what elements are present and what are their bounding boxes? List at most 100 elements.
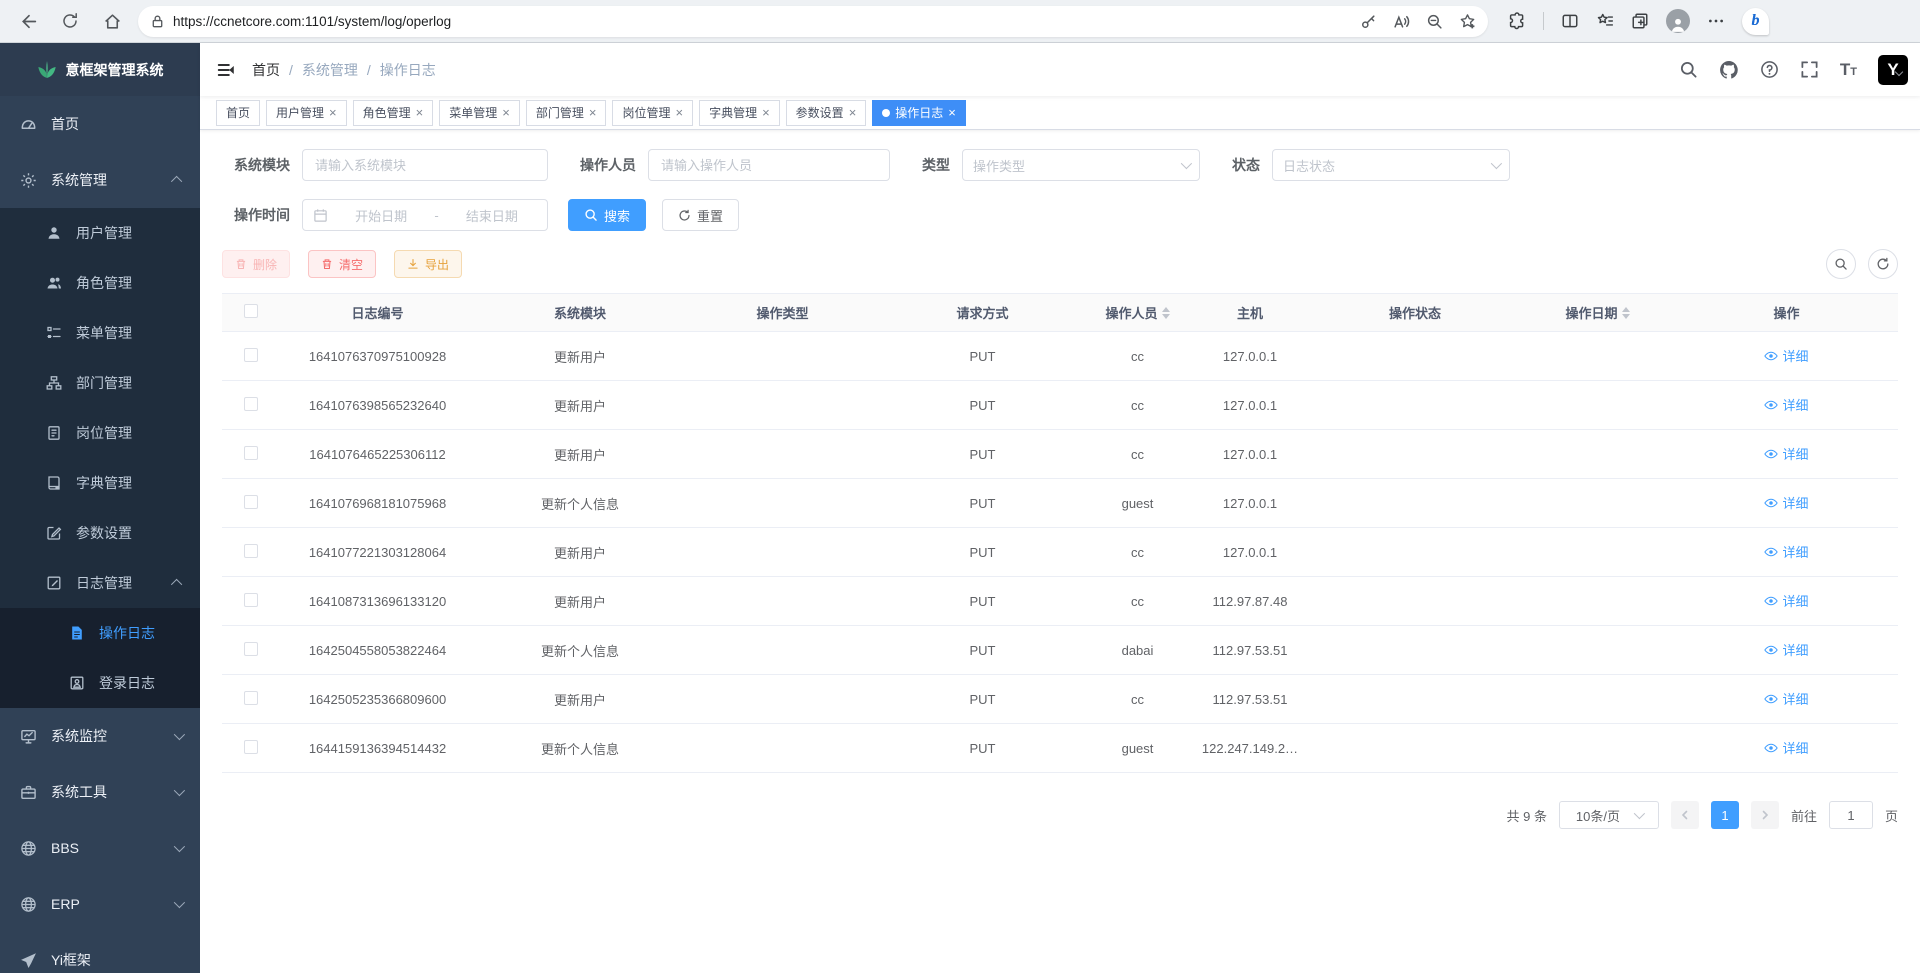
- tab-menu-mgmt[interactable]: 菜单管理×: [439, 100, 520, 126]
- add-favorite-icon[interactable]: [1459, 13, 1476, 30]
- tab-home[interactable]: 首页: [216, 100, 260, 126]
- close-icon[interactable]: ×: [502, 106, 510, 119]
- col-module: 系统模块: [475, 294, 685, 332]
- tab-role-mgmt[interactable]: 角色管理×: [353, 100, 434, 126]
- sidebar-item-roles[interactable]: 角色管理: [0, 258, 200, 308]
- header-search-icon[interactable]: [1679, 60, 1698, 79]
- next-page-button[interactable]: [1751, 801, 1779, 829]
- password-key-icon[interactable]: [1360, 13, 1377, 30]
- page-size-select[interactable]: 10条/页: [1559, 801, 1659, 829]
- sidebar-item-params[interactable]: 参数设置: [0, 508, 200, 558]
- row-checkbox[interactable]: [244, 348, 258, 362]
- bing-chat-icon[interactable]: b: [1742, 8, 1769, 35]
- sidebar-item-monitor[interactable]: 系统监控: [0, 708, 200, 764]
- url-text[interactable]: https://ccnetcore.com:1101/system/log/op…: [173, 14, 1360, 29]
- read-aloud-icon[interactable]: [1393, 13, 1410, 30]
- close-icon[interactable]: ×: [329, 106, 337, 119]
- sort-control[interactable]: [1162, 307, 1170, 319]
- browser-back-button[interactable]: [12, 5, 44, 37]
- row-checkbox[interactable]: [244, 446, 258, 460]
- detail-link[interactable]: 详细: [1764, 346, 1808, 365]
- row-checkbox[interactable]: [244, 495, 258, 509]
- col-method: 请求方式: [880, 294, 1085, 332]
- close-icon[interactable]: ×: [948, 106, 956, 119]
- detail-link[interactable]: 详细: [1764, 444, 1808, 463]
- close-icon[interactable]: ×: [589, 106, 597, 119]
- status-select[interactable]: 日志状态: [1272, 149, 1510, 181]
- browser-home-button[interactable]: [96, 5, 128, 37]
- detail-link[interactable]: 详细: [1764, 591, 1808, 610]
- row-checkbox[interactable]: [244, 397, 258, 411]
- help-icon[interactable]: [1760, 60, 1779, 79]
- close-icon[interactable]: ×: [849, 106, 857, 119]
- prev-page-button[interactable]: [1671, 801, 1699, 829]
- sort-control[interactable]: [1622, 307, 1630, 319]
- sidebar-item-users[interactable]: 用户管理: [0, 208, 200, 258]
- toggle-search-button[interactable]: [1826, 249, 1856, 279]
- tab-dict-mgmt[interactable]: 字典管理×: [699, 100, 780, 126]
- breadcrumb-home[interactable]: 首页: [252, 60, 280, 80]
- sidebar-item-logs[interactable]: 日志管理: [0, 558, 200, 608]
- sidebar-item-operation-log[interactable]: 操作日志: [0, 608, 200, 658]
- sidebar-item-home[interactable]: 首页: [0, 96, 200, 152]
- row-checkbox[interactable]: [244, 691, 258, 705]
- browser-profile-icon[interactable]: [1666, 9, 1690, 33]
- extensions-icon[interactable]: [1508, 12, 1526, 30]
- reset-button[interactable]: 重置: [662, 199, 739, 231]
- sidebar-item-system[interactable]: 系统管理: [0, 152, 200, 208]
- sidebar-item-yi-framework[interactable]: Yi框架: [0, 932, 200, 973]
- row-checkbox[interactable]: [244, 544, 258, 558]
- tab-operation-log[interactable]: 操作日志×: [872, 100, 966, 126]
- module-input[interactable]: [302, 149, 548, 181]
- sidebar-item-bbs[interactable]: BBS: [0, 820, 200, 876]
- sidebar-item-tools[interactable]: 系统工具: [0, 764, 200, 820]
- close-icon[interactable]: ×: [416, 106, 424, 119]
- detail-link[interactable]: 详细: [1764, 689, 1808, 708]
- row-checkbox[interactable]: [244, 642, 258, 656]
- page-number-button[interactable]: 1: [1711, 801, 1739, 829]
- favorites-icon[interactable]: [1596, 12, 1614, 30]
- close-icon[interactable]: ×: [762, 106, 770, 119]
- search-button[interactable]: 搜索: [568, 199, 646, 231]
- row-checkbox[interactable]: [244, 740, 258, 754]
- operator-input[interactable]: [648, 149, 890, 181]
- detail-link[interactable]: 详细: [1764, 542, 1808, 561]
- select-all-checkbox[interactable]: [244, 304, 258, 318]
- tab-user-mgmt[interactable]: 用户管理×: [266, 100, 347, 126]
- tab-dept-mgmt[interactable]: 部门管理×: [526, 100, 607, 126]
- browser-refresh-button[interactable]: [54, 5, 86, 37]
- goto-page-input[interactable]: [1829, 801, 1873, 829]
- close-icon[interactable]: ×: [675, 106, 683, 119]
- refresh-table-button[interactable]: [1868, 249, 1898, 279]
- fullscreen-icon[interactable]: [1800, 60, 1819, 79]
- github-icon[interactable]: [1719, 60, 1739, 80]
- sidebar-item-departments[interactable]: 部门管理: [0, 358, 200, 408]
- font-size-icon[interactable]: TT: [1840, 61, 1857, 78]
- detail-link[interactable]: 详细: [1764, 493, 1808, 512]
- sidebar-item-menus[interactable]: 菜单管理: [0, 308, 200, 358]
- sidebar-item-erp[interactable]: ERP: [0, 876, 200, 932]
- export-button[interactable]: 导出: [394, 250, 462, 278]
- row-checkbox[interactable]: [244, 593, 258, 607]
- tab-param-settings[interactable]: 参数设置×: [786, 100, 867, 126]
- date-range-picker[interactable]: 开始日期 - 结束日期: [302, 199, 548, 231]
- detail-link[interactable]: 详细: [1764, 395, 1808, 414]
- tab-post-mgmt[interactable]: 岗位管理×: [612, 100, 693, 126]
- zoom-out-icon[interactable]: [1426, 13, 1443, 30]
- detail-link[interactable]: 详细: [1764, 640, 1808, 659]
- lock-icon[interactable]: [150, 14, 165, 29]
- delete-button[interactable]: 删除: [222, 250, 290, 278]
- table-header-row: 日志编号 系统模块 操作类型 请求方式 操作人员 主机 操作状态 操作日期 操作: [222, 294, 1898, 332]
- collections-icon[interactable]: [1631, 12, 1649, 30]
- address-bar[interactable]: https://ccnetcore.com:1101/system/log/op…: [138, 6, 1488, 37]
- detail-link[interactable]: 详细: [1764, 738, 1808, 757]
- sidebar-item-login-log[interactable]: 登录日志: [0, 658, 200, 708]
- type-select[interactable]: 操作类型: [962, 149, 1200, 181]
- sidebar-item-dicts[interactable]: 字典管理: [0, 458, 200, 508]
- split-screen-icon[interactable]: [1561, 12, 1579, 30]
- hamburger-icon[interactable]: [216, 60, 236, 80]
- user-avatar[interactable]: Y: [1878, 55, 1902, 85]
- browser-menu-icon[interactable]: [1707, 12, 1725, 30]
- clear-button[interactable]: 清空: [308, 250, 376, 278]
- sidebar-item-posts[interactable]: 岗位管理: [0, 408, 200, 458]
